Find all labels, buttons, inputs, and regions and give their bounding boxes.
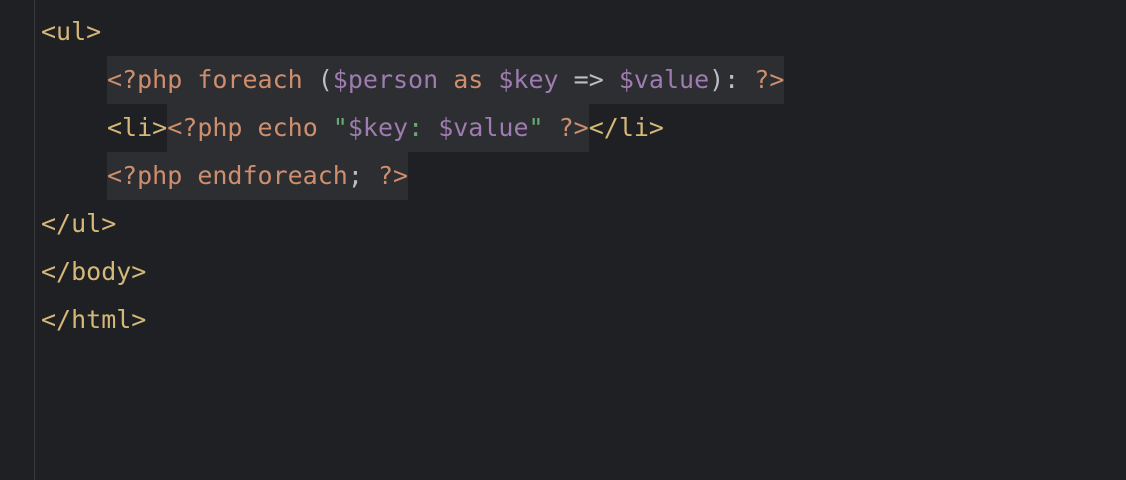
token: $person xyxy=(332,65,439,94)
token: </body> xyxy=(41,257,147,286)
token: " xyxy=(528,113,544,142)
gutter-divider xyxy=(34,0,35,480)
token: </html> xyxy=(41,305,147,334)
token: => xyxy=(558,65,619,94)
code-line-4[interactable]: <?php endforeach; ?> xyxy=(41,152,784,200)
code-editor[interactable]: <ul> <?php foreach ($person as $key => $… xyxy=(0,0,1126,480)
token: <ul> xyxy=(41,17,102,46)
token: ?> xyxy=(543,113,589,142)
token: $value xyxy=(438,113,529,142)
token: " xyxy=(332,113,348,142)
php-inline-block: <?php foreach ($person as $key => $value… xyxy=(107,56,785,104)
token: </li> xyxy=(588,113,664,142)
token: as xyxy=(438,65,499,94)
code-line-2[interactable]: <?php foreach ($person as $key => $value… xyxy=(41,56,785,104)
token: <?php xyxy=(167,113,243,142)
php-inline-block: <?php echo "$key: $value" ?> xyxy=(167,104,589,152)
token: <?php xyxy=(107,161,183,190)
token: endforeach xyxy=(182,161,348,190)
code-line-5[interactable]: </ul> xyxy=(41,200,784,248)
token: ; xyxy=(347,161,378,190)
token: foreach xyxy=(182,65,318,94)
token: ?> xyxy=(377,161,409,190)
php-inline-block: <?php endforeach; ?> xyxy=(107,152,409,200)
token: <?php xyxy=(107,65,183,94)
code-area[interactable]: <ul> <?php foreach ($person as $key => $… xyxy=(41,8,785,344)
code-line-7[interactable]: </html> xyxy=(41,296,784,344)
token: ?> xyxy=(754,65,785,94)
token: <li> xyxy=(107,113,168,142)
token: $key xyxy=(498,65,559,94)
code-line-1[interactable]: <ul> xyxy=(41,8,784,56)
token: $key xyxy=(347,113,409,142)
code-line-3[interactable]: <li><?php echo "$key: $value" ?></li> xyxy=(41,104,784,152)
token: $value xyxy=(618,65,710,94)
token: echo xyxy=(242,113,333,142)
token: ): xyxy=(709,65,755,94)
token: </ul> xyxy=(41,209,117,238)
code-line-6[interactable]: </body> xyxy=(41,248,784,296)
token: : xyxy=(408,113,439,142)
token: ( xyxy=(317,65,333,94)
